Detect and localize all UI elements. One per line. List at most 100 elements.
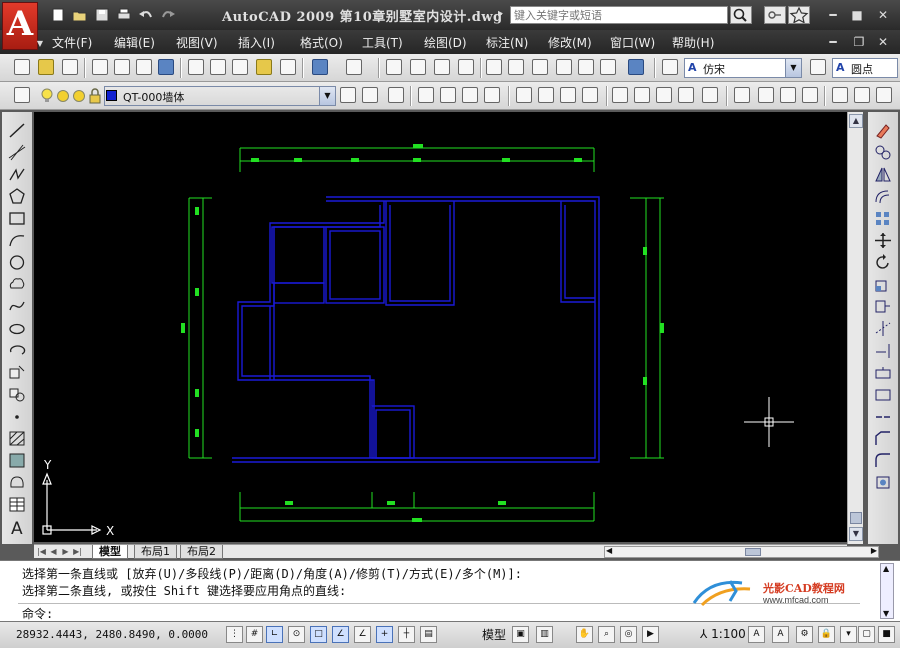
design-center-icon[interactable] <box>508 59 524 75</box>
zoom-window-icon[interactable] <box>434 59 450 75</box>
sun-viewport-icon[interactable] <box>72 88 86 104</box>
menu-draw[interactable]: 绘图(D) <box>424 34 467 51</box>
undo-icon[interactable] <box>138 8 154 22</box>
join-icon[interactable] <box>874 408 892 425</box>
status-menu-button[interactable]: ▾ <box>840 626 857 643</box>
steering-wheel-button[interactable]: ◎ <box>620 626 637 643</box>
menu-file[interactable]: 文件(F) <box>52 34 92 51</box>
chevron-down-icon[interactable]: ▼ <box>785 59 801 77</box>
scroll-up-icon[interactable]: ▲ <box>849 114 863 128</box>
arc-length-dim-icon[interactable] <box>462 87 478 103</box>
dim-text-edit-icon[interactable] <box>854 87 870 103</box>
redo-icon[interactable] <box>160 8 176 22</box>
layout-list-button[interactable]: ▥ <box>536 626 553 643</box>
save-icon[interactable] <box>62 59 78 75</box>
construction-line-icon[interactable] <box>8 144 26 161</box>
vertical-scrollbar[interactable]: ▲ ▼ <box>847 112 863 544</box>
array-icon[interactable] <box>874 210 892 227</box>
ellipse-icon[interactable] <box>8 320 26 337</box>
arc-icon[interactable] <box>8 232 26 249</box>
ordinate-dim-icon[interactable] <box>484 87 500 103</box>
hatch-icon[interactable] <box>8 430 26 447</box>
aligned-dim-icon[interactable] <box>440 87 456 103</box>
next-tab-icon[interactable]: ▶ <box>60 546 71 557</box>
insert-block-icon[interactable] <box>8 364 26 381</box>
menu-modify[interactable]: 修改(M) <box>548 34 592 51</box>
toggle-button[interactable]: ■ <box>878 626 895 643</box>
quick-properties-button[interactable]: ▤ <box>420 626 437 643</box>
pan-icon[interactable] <box>386 59 402 75</box>
doc-minimize-icon[interactable]: ━ <box>826 35 840 49</box>
plot-icon[interactable] <box>92 59 108 75</box>
zoom-previous-icon[interactable] <box>458 59 474 75</box>
stretch-icon[interactable] <box>874 298 892 315</box>
markup-icon[interactable] <box>578 59 594 75</box>
clean-screen-button[interactable]: ▢ <box>858 626 875 643</box>
annotation-visibility-button[interactable]: A <box>748 626 765 643</box>
search-input[interactable] <box>510 6 728 24</box>
explode-icon[interactable] <box>874 474 892 491</box>
gradient-icon[interactable] <box>8 452 26 469</box>
horizontal-scrollbar[interactable]: ◀ ▶ <box>604 546 879 558</box>
line-icon[interactable] <box>8 122 26 139</box>
point-icon[interactable] <box>8 408 26 425</box>
angular-dim-icon[interactable] <box>582 87 598 103</box>
make-block-icon[interactable] <box>8 386 26 403</box>
menu-tools[interactable]: 工具(T) <box>362 34 403 51</box>
object-snap-tracking-button[interactable]: ∠ <box>332 626 349 643</box>
save-icon[interactable] <box>94 8 110 22</box>
lineweight-button[interactable]: ┼ <box>398 626 415 643</box>
quick-dim-icon[interactable] <box>612 87 628 103</box>
menu-dimension[interactable]: 标注(N) <box>486 34 528 51</box>
break-at-point-icon[interactable] <box>874 364 892 381</box>
tolerance-icon[interactable] <box>734 87 750 103</box>
circle-icon[interactable] <box>8 254 26 271</box>
layer-manager-icon[interactable] <box>14 87 30 103</box>
rectangle-icon[interactable] <box>8 210 26 227</box>
bulb-icon[interactable] <box>40 88 54 104</box>
help-icon[interactable] <box>628 59 644 75</box>
open-icon[interactable] <box>38 59 54 75</box>
search-button[interactable] <box>730 6 752 24</box>
linear-dim-icon[interactable] <box>418 87 434 103</box>
chamfer-icon[interactable] <box>874 430 892 447</box>
polar-tracking-button[interactable]: ⊙ <box>288 626 305 643</box>
scroll-right-icon[interactable]: ▶ <box>871 546 877 555</box>
copy-icon[interactable] <box>210 59 226 75</box>
break-icon[interactable] <box>874 386 892 403</box>
show-motion-button[interactable]: ▶ <box>642 626 659 643</box>
favorites-button[interactable] <box>788 6 810 24</box>
horizontal-scroll-thumb[interactable] <box>745 548 761 556</box>
grid-display-button[interactable]: # <box>246 626 263 643</box>
cut-icon[interactable] <box>188 59 204 75</box>
scroll-left-icon[interactable]: ◀ <box>606 546 612 555</box>
move-icon[interactable] <box>874 232 892 249</box>
menu-help[interactable]: 帮助(H) <box>672 34 714 51</box>
dim-style-icon[interactable] <box>810 59 826 75</box>
sheet-set-icon[interactable] <box>556 59 572 75</box>
radius-dim-icon[interactable] <box>516 87 532 103</box>
mirror-icon[interactable] <box>874 166 892 183</box>
new-icon[interactable] <box>14 59 30 75</box>
ortho-mode-button[interactable]: ∟ <box>266 626 283 643</box>
polyline-icon[interactable] <box>8 166 26 183</box>
multiline-text-icon[interactable]: A <box>8 518 26 537</box>
match-properties-icon[interactable] <box>256 59 272 75</box>
object-snap-button[interactable]: □ <box>310 626 327 643</box>
3d-dwf-icon[interactable] <box>158 59 174 75</box>
drawing-canvas[interactable]: Y X <box>34 112 847 542</box>
copy-object-icon[interactable] <box>874 144 892 161</box>
publish-icon[interactable] <box>136 59 152 75</box>
jogged-linear-icon[interactable] <box>802 87 818 103</box>
menu-window[interactable]: 窗口(W) <box>610 34 655 51</box>
extend-icon[interactable] <box>874 342 892 359</box>
scroll-down-icon[interactable]: ▼ <box>849 527 863 541</box>
minimize-icon[interactable]: ━ <box>826 8 840 22</box>
dim-edit-icon[interactable] <box>832 87 848 103</box>
layer-select[interactable]: QT-000墙体 ▼ <box>104 86 336 106</box>
workspace-switching-button[interactable]: ⚙ <box>796 626 813 643</box>
auto-scale-button[interactable]: A <box>772 626 789 643</box>
zoom-button[interactable]: ⌕ <box>598 626 615 643</box>
coordinate-readout[interactable]: 28932.4443, 2480.8490, 0.0000 <box>16 628 208 641</box>
plot-preview-icon[interactable] <box>114 59 130 75</box>
